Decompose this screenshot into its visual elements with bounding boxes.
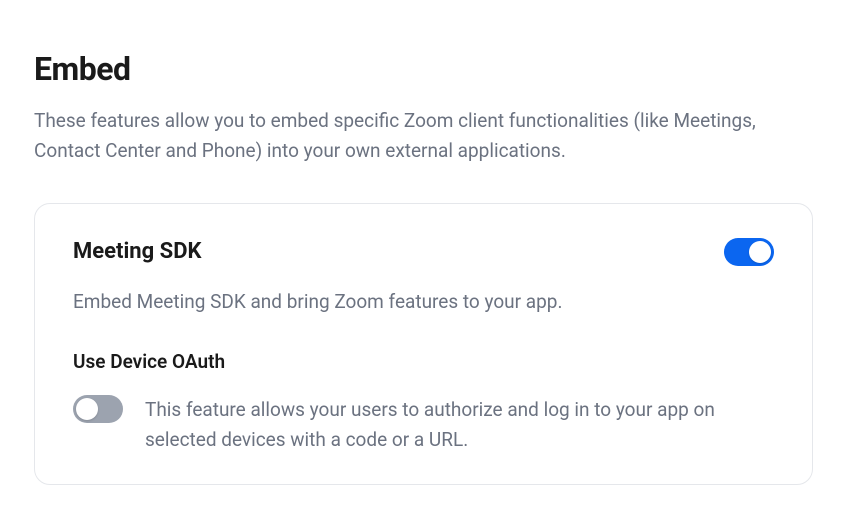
device-oauth-row: This feature allows your users to author… — [73, 395, 774, 454]
device-oauth-description: This feature allows your users to author… — [145, 395, 774, 454]
meeting-sdk-header: Meeting SDK — [73, 238, 774, 266]
toggle-knob — [749, 241, 771, 263]
page-title: Embed — [34, 50, 813, 88]
device-oauth-toggle[interactable] — [73, 395, 123, 423]
meeting-sdk-title: Meeting SDK — [73, 239, 202, 264]
meeting-sdk-card: Meeting SDK Embed Meeting SDK and bring … — [34, 203, 813, 485]
page-description: These features allow you to embed specif… — [34, 106, 813, 167]
meeting-sdk-description: Embed Meeting SDK and bring Zoom feature… — [73, 288, 774, 317]
device-oauth-title: Use Device OAuth — [73, 350, 774, 373]
meeting-sdk-toggle[interactable] — [724, 238, 774, 266]
